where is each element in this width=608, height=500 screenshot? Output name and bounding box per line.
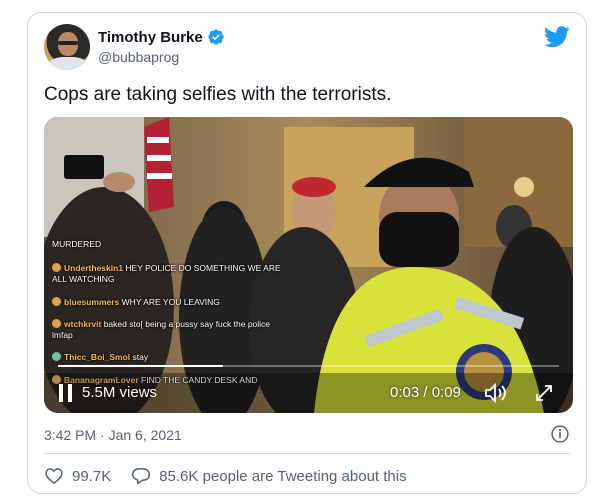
author-name-row[interactable]: Timothy Burke [98, 28, 225, 46]
chat-message: bluesummers WHY ARE YOU LEAVING [52, 297, 220, 308]
reply-icon [132, 468, 151, 485]
like-button[interactable]: 99.7K [44, 466, 111, 486]
video-player[interactable]: MURDERED Undertheskin1 HEY POLICE DO SOM… [44, 117, 573, 413]
video-time: 0:03 / 0:09 [390, 384, 461, 401]
chat-message: MURDERED [52, 239, 101, 250]
video-progress-bar[interactable] [58, 365, 559, 367]
chat-username: wtchkrvit [64, 319, 102, 329]
chat-username: bluesummers [64, 297, 120, 307]
play-pause-icon[interactable] [58, 383, 74, 403]
chat-avatar-icon [52, 263, 61, 272]
chat-avatar-icon [52, 297, 61, 306]
tweet-footer: 99.7K 85.6K people are Tweeting about th… [44, 466, 407, 486]
chat-avatar-icon [52, 352, 61, 361]
info-icon[interactable] [550, 424, 570, 444]
avatar[interactable] [44, 24, 90, 70]
heart-icon [45, 468, 63, 485]
chat-message-text: MURDERED [52, 239, 102, 249]
divider [44, 453, 570, 454]
like-count: 99.7K [72, 467, 112, 485]
twitter-bird-icon[interactable] [544, 26, 570, 48]
verified-badge-icon [208, 29, 224, 45]
conversation-text: 85.6K people are Tweeting about this [159, 467, 407, 485]
chat-message-text: stay [132, 352, 149, 362]
author-name[interactable]: Timothy Burke [98, 29, 203, 46]
chat-message-text: WHY ARE YOU LEAVING [121, 297, 220, 307]
view-count: 5.5M views [82, 384, 158, 401]
chat-message: wtchkrvit baked sto[ being a pussy say f… [52, 319, 282, 341]
fullscreen-icon[interactable] [534, 383, 554, 403]
conversation-link[interactable]: 85.6K people are Tweeting about this [131, 466, 407, 486]
tweet-text: Cops are taking selfies with the terrori… [44, 84, 392, 105]
chat-username: Undertheskin1 [64, 263, 124, 273]
author-handle[interactable]: @bubbaprog [98, 49, 179, 65]
chat-avatar-icon [52, 319, 61, 328]
chat-message: Undertheskin1 HEY POLICE DO SOMETHING WE… [52, 263, 282, 285]
tweet-timestamp[interactable]: 3:42 PM · Jan 6, 2021 [44, 427, 182, 443]
chat-message-text: FIND THE CANDY DESK AND [141, 375, 258, 385]
video-progress-fill [58, 365, 224, 367]
chat-username: Thicc_Boi_Smol [64, 352, 131, 362]
chat-message: Thicc_Boi_Smol stay [52, 352, 148, 363]
tweet-card[interactable]: Timothy Burke @bubbaprog Cops are taking… [27, 12, 587, 494]
volume-icon[interactable] [484, 383, 508, 403]
